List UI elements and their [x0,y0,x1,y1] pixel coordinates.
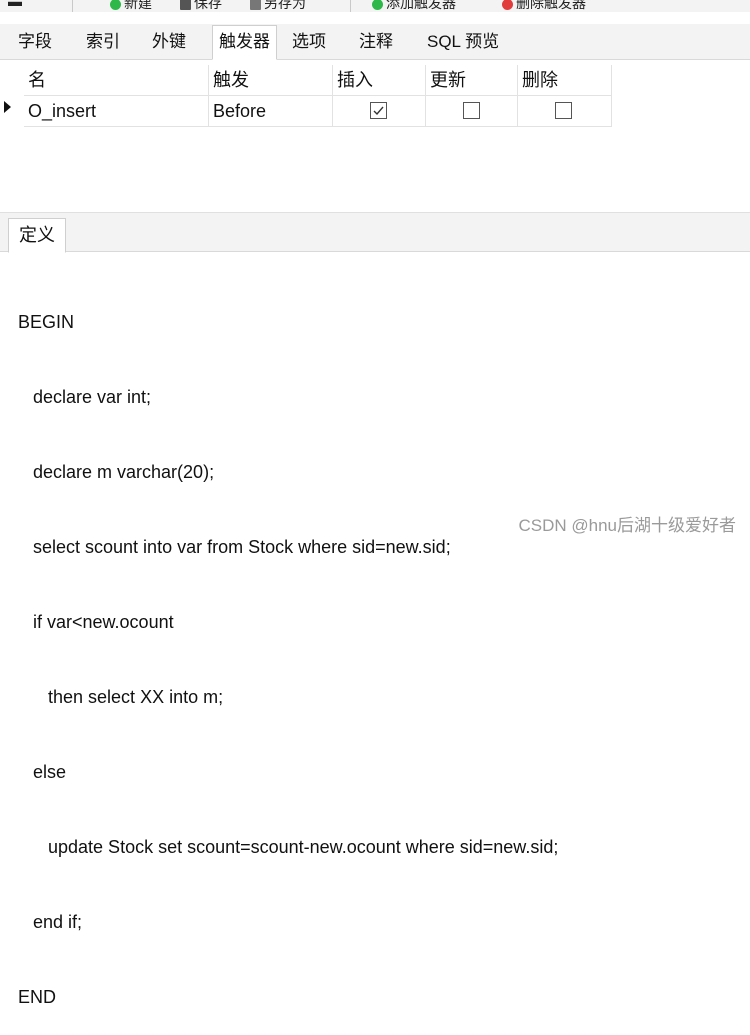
insert-cell [333,96,426,127]
check-icon [373,106,384,116]
tab-foreign-keys[interactable]: 外键 [146,26,192,58]
delete-icon [502,0,513,10]
tab-definition[interactable]: 定义 [8,218,66,253]
column-header-insert[interactable]: 插入 [333,65,426,96]
add-icon [372,0,383,10]
toolbar-divider [72,0,73,12]
tab-bar: 字段 索引 外键 触发器 选项 注释 SQL 预览 [0,24,750,60]
update-cell [426,96,518,127]
save-as-button[interactable]: 另存为 [250,0,306,12]
toolbar: ▬ 新建 保存 另存为 添加触发器 删除触发器 [0,0,750,12]
code-line: BEGIN [18,312,75,332]
save-icon [180,0,191,10]
tab-comments[interactable]: 注释 [353,26,399,58]
code-line: END [18,987,57,1007]
toolbar-divider [350,0,351,12]
tab-options[interactable]: 选项 [286,26,332,58]
delete-trigger-button[interactable]: 删除触发器 [502,0,586,12]
new-button[interactable]: 新建 [110,0,152,12]
tab-sql-preview[interactable]: SQL 预览 [421,26,505,58]
definition-tab-bar: 定义 [0,212,750,253]
tab-indexes[interactable]: 索引 [80,26,126,58]
code-line: declare var int; [18,387,152,407]
column-header-timing[interactable]: 触发 [209,65,333,96]
definition-editor[interactable]: BEGIN declare var int; declare m varchar… [18,260,558,1035]
save-button[interactable]: 保存 [180,0,222,12]
current-row-indicator [4,101,11,113]
add-trigger-button[interactable]: 添加触发器 [372,0,456,12]
tab-triggers[interactable]: 触发器 [212,25,277,60]
insert-checkbox[interactable] [370,102,387,119]
delete-checkbox[interactable] [555,102,572,119]
update-checkbox[interactable] [463,102,480,119]
watermark: CSDN @hnu后湖十级爱好者 [518,516,736,535]
menu-icon[interactable]: ▬ [8,0,22,9]
save-as-icon [250,0,261,10]
code-line: declare m varchar(20); [18,462,215,482]
delete-cell [518,96,612,127]
trigger-name-cell[interactable]: O_insert [24,96,209,127]
code-line: select scount into var from Stock where … [18,537,451,557]
code-line: update Stock set scount=scount-new.ocoun… [18,837,559,857]
column-header-update[interactable]: 更新 [426,65,518,96]
code-line: end if; [18,912,83,932]
new-icon [110,0,121,10]
trigger-timing-cell[interactable]: Before [209,96,333,127]
code-line: if var<new.ocount [18,612,174,632]
column-header-delete[interactable]: 删除 [518,65,612,96]
code-line: else [18,762,67,782]
tab-fields[interactable]: 字段 [12,26,58,58]
column-header-name[interactable]: 名 [24,65,209,96]
code-line: then select XX into m; [18,687,224,707]
